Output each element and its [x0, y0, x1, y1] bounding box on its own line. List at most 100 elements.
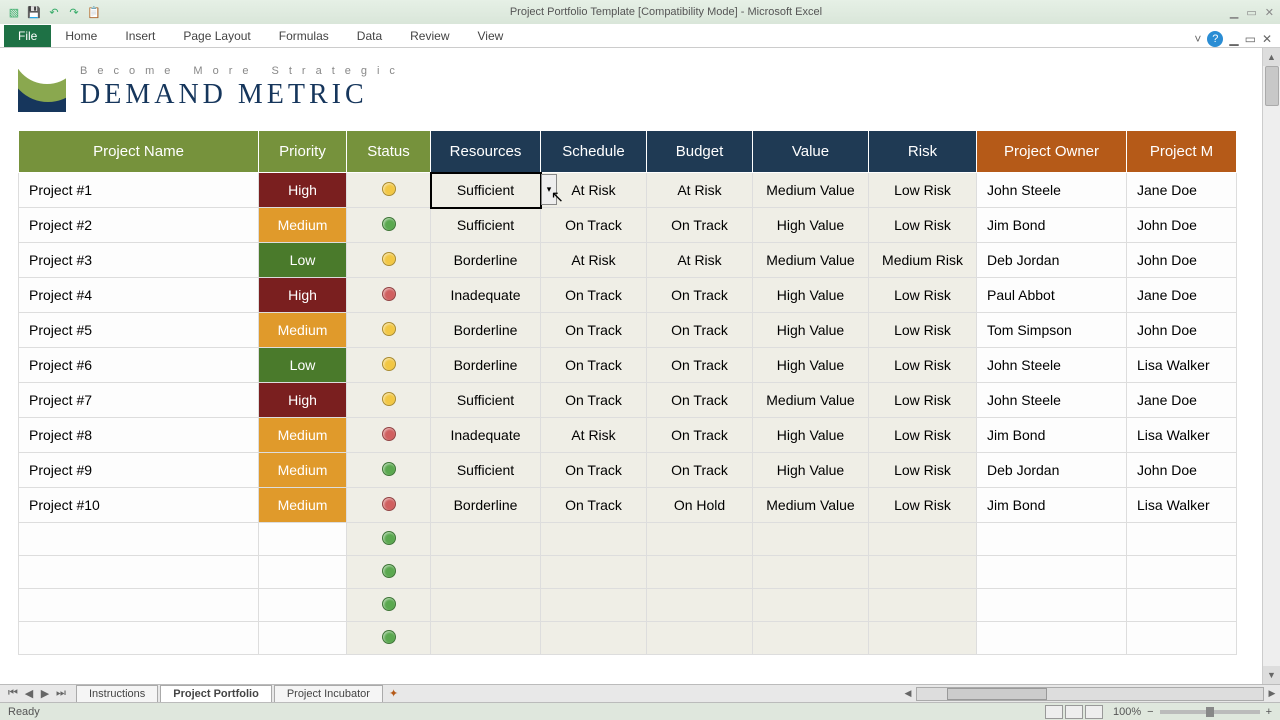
view-break-icon[interactable] — [1085, 705, 1103, 719]
cell-schedule[interactable]: At Risk — [541, 418, 647, 453]
cell-budget[interactable]: On Track — [647, 418, 753, 453]
cell-budget[interactable]: On Track — [647, 313, 753, 348]
cell-status[interactable] — [347, 208, 431, 243]
cell-manager[interactable]: Jane Doe — [1127, 173, 1237, 208]
ribbon-tab-insert[interactable]: Insert — [111, 25, 169, 47]
cell-priority[interactable]: High — [259, 173, 347, 208]
cell-project-name[interactable]: Project #2 — [19, 208, 259, 243]
cell-schedule[interactable]: On Track — [541, 278, 647, 313]
hscroll-right-icon[interactable]: ▶ — [1264, 688, 1280, 699]
cell-budget[interactable]: At Risk — [647, 243, 753, 278]
col-priority[interactable]: Priority — [259, 131, 347, 173]
empty-cell[interactable] — [1127, 556, 1237, 589]
zoom-slider[interactable] — [1160, 710, 1260, 714]
cell-status[interactable] — [347, 243, 431, 278]
empty-cell[interactable] — [869, 523, 977, 556]
cell-status[interactable] — [347, 313, 431, 348]
empty-cell[interactable] — [259, 589, 347, 622]
cell-manager[interactable]: Jane Doe — [1127, 383, 1237, 418]
empty-cell[interactable] — [541, 622, 647, 655]
cell-project-name[interactable]: Project #5 — [19, 313, 259, 348]
cell-manager[interactable]: Lisa Walker — [1127, 488, 1237, 523]
cell-priority[interactable]: Medium — [259, 313, 347, 348]
empty-cell[interactable] — [347, 622, 431, 655]
empty-cell[interactable] — [977, 523, 1127, 556]
help-icon[interactable]: ? — [1207, 31, 1223, 47]
cell-priority[interactable]: Low — [259, 243, 347, 278]
sheet-tab-instructions[interactable]: Instructions — [76, 685, 158, 702]
window-close-icon[interactable]: ✕ — [1262, 32, 1272, 46]
view-normal-icon[interactable] — [1045, 705, 1063, 719]
cell-value[interactable]: High Value — [753, 278, 869, 313]
empty-cell[interactable] — [977, 589, 1127, 622]
empty-cell[interactable] — [977, 622, 1127, 655]
cell-resources[interactable]: Sufficient — [431, 208, 541, 243]
cell-status[interactable] — [347, 278, 431, 313]
cell-priority[interactable]: Low — [259, 348, 347, 383]
sheet-tab-project-incubator[interactable]: Project Incubator — [274, 685, 383, 702]
cell-project-name[interactable]: Project #4 — [19, 278, 259, 313]
cell-schedule[interactable]: On Track — [541, 453, 647, 488]
cell-priority[interactable]: Medium — [259, 418, 347, 453]
cell-value[interactable]: High Value — [753, 348, 869, 383]
cell-owner[interactable]: Deb Jordan — [977, 453, 1127, 488]
col-owner[interactable]: Project Owner — [977, 131, 1127, 173]
empty-cell[interactable] — [1127, 589, 1237, 622]
cell-manager[interactable]: John Doe — [1127, 313, 1237, 348]
cell-project-name[interactable]: Project #10 — [19, 488, 259, 523]
empty-cell[interactable] — [753, 556, 869, 589]
empty-cell[interactable] — [19, 622, 259, 655]
empty-cell[interactable] — [647, 589, 753, 622]
empty-cell[interactable] — [19, 589, 259, 622]
cell-project-name[interactable]: Project #8 — [19, 418, 259, 453]
cell-value[interactable]: High Value — [753, 313, 869, 348]
paste-icon[interactable]: 📋 — [86, 4, 102, 20]
cell-project-name[interactable]: Project #9 — [19, 453, 259, 488]
file-tab[interactable]: File — [4, 25, 51, 47]
cell-resources[interactable]: Borderline — [431, 313, 541, 348]
scroll-down-icon[interactable]: ▼ — [1263, 666, 1280, 684]
empty-cell[interactable] — [647, 556, 753, 589]
empty-cell[interactable] — [869, 589, 977, 622]
empty-cell[interactable] — [431, 556, 541, 589]
cell-value[interactable]: High Value — [753, 453, 869, 488]
redo-icon[interactable]: ↷ — [66, 4, 82, 20]
empty-cell[interactable] — [431, 622, 541, 655]
cell-budget[interactable]: At Risk — [647, 173, 753, 208]
cell-priority[interactable]: Medium — [259, 453, 347, 488]
cell-risk[interactable]: Low Risk — [869, 278, 977, 313]
cell-schedule[interactable]: On Track — [541, 488, 647, 523]
close-icon[interactable]: ✕ — [1265, 6, 1274, 19]
cell-status[interactable] — [347, 488, 431, 523]
cell-risk[interactable]: Low Risk — [869, 313, 977, 348]
empty-cell[interactable] — [19, 523, 259, 556]
cell-schedule[interactable]: On Track — [541, 313, 647, 348]
cell-priority[interactable]: High — [259, 383, 347, 418]
cell-budget[interactable]: On Hold — [647, 488, 753, 523]
dropdown-button[interactable]: ▾ — [541, 174, 557, 205]
ribbon-tab-view[interactable]: View — [464, 25, 518, 47]
cell-owner[interactable]: Jim Bond — [977, 208, 1127, 243]
cell-budget[interactable]: On Track — [647, 453, 753, 488]
empty-cell[interactable] — [753, 523, 869, 556]
hscroll-thumb[interactable] — [947, 688, 1047, 700]
vertical-scrollbar[interactable]: ▲ ▼ — [1262, 48, 1280, 684]
window-min-icon[interactable]: ▁ — [1229, 32, 1238, 46]
scroll-up-icon[interactable]: ▲ — [1263, 48, 1280, 66]
cell-owner[interactable]: Deb Jordan — [977, 243, 1127, 278]
cell-owner[interactable]: John Steele — [977, 348, 1127, 383]
col-manager[interactable]: Project M — [1127, 131, 1237, 173]
col-risk[interactable]: Risk — [869, 131, 977, 173]
cell-budget[interactable]: On Track — [647, 208, 753, 243]
cell-resources[interactable]: Inadequate — [431, 278, 541, 313]
cell-owner[interactable]: Jim Bond — [977, 488, 1127, 523]
zoom-out-icon[interactable]: − — [1147, 706, 1153, 718]
zoom-level[interactable]: 100% — [1113, 706, 1141, 718]
cell-resources[interactable]: Borderline — [431, 488, 541, 523]
cell-risk[interactable]: Low Risk — [869, 418, 977, 453]
empty-cell[interactable] — [431, 589, 541, 622]
empty-cell[interactable] — [259, 556, 347, 589]
cell-owner[interactable]: Tom Simpson — [977, 313, 1127, 348]
cell-priority[interactable]: Medium — [259, 488, 347, 523]
empty-cell[interactable] — [431, 523, 541, 556]
